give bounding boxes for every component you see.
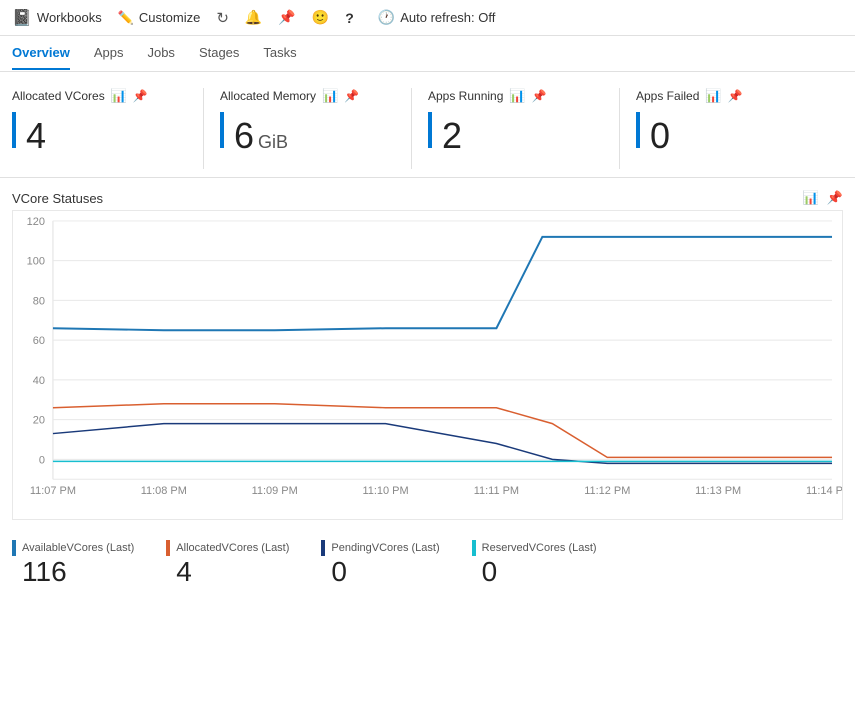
svg-text:11:09 PM: 11:09 PM (252, 485, 298, 497)
legend-allocated-vcores: AllocatedVCores (Last) 4 (166, 540, 289, 588)
legend-pending-vcores: PendingVCores (Last) 0 (321, 540, 439, 588)
chart-svg: 120 100 80 60 40 20 0 11:07 PM 11:08 PM … (13, 211, 842, 519)
chart-mini-icon-apps-failed[interactable]: 📊 (705, 88, 721, 104)
edit-icon: ✏️ (118, 10, 134, 26)
svg-text:60: 60 (33, 335, 45, 347)
metric-label-apps-running: Apps Running (428, 89, 503, 103)
nav-tabs: Overview Apps Jobs Stages Tasks (0, 36, 855, 72)
legend-color-reserved (472, 540, 476, 556)
tab-stages[interactable]: Stages (199, 37, 239, 70)
help-button[interactable]: ? (345, 10, 354, 26)
legend-row: AvailableVCores (Last) 116 AllocatedVCor… (0, 532, 855, 588)
workbooks-label: Workbooks (37, 10, 102, 25)
smile-icon: 🙂 (312, 9, 329, 26)
legend-value-available: 116 (22, 556, 134, 588)
tab-tasks[interactable]: Tasks (263, 37, 296, 70)
refresh-button[interactable]: ↻ (216, 9, 229, 27)
auto-refresh-button[interactable]: 🕐 Auto refresh: Off (378, 9, 496, 26)
customize-label: Customize (139, 10, 200, 25)
chart-expand-icon[interactable]: 📊 (803, 190, 819, 206)
svg-text:11:08 PM: 11:08 PM (141, 485, 187, 497)
bell-icon: 🔔 (245, 9, 262, 26)
legend-label-allocated: AllocatedVCores (Last) (176, 542, 289, 554)
pin-icon-apps-failed[interactable]: 📌 (728, 89, 743, 103)
metric-value-apps-running: 2 (442, 115, 462, 157)
customize-button[interactable]: ✏️ Customize (118, 10, 201, 26)
toolbar: 📓 Workbooks ✏️ Customize ↻ 🔔 📌 🙂 ? 🕐 Aut… (0, 0, 855, 36)
metric-bar-apps-running (428, 112, 432, 148)
legend-label-available: AvailableVCores (Last) (22, 542, 134, 554)
chart-section: VCore Statuses 📊 📌 120 100 80 60 40 20 (0, 178, 855, 532)
legend-color-allocated (166, 540, 170, 556)
legend-reserved-vcores: ReservedVCores (Last) 0 (472, 540, 597, 588)
svg-text:11:12 PM: 11:12 PM (584, 485, 630, 497)
chart-mini-icon-apps-running[interactable]: 📊 (509, 88, 525, 104)
vcore-statuses-chart: 120 100 80 60 40 20 0 11:07 PM 11:08 PM … (12, 210, 843, 520)
pin-icon-vcores[interactable]: 📌 (133, 89, 148, 103)
pin-icon-apps-running[interactable]: 📌 (532, 89, 547, 103)
metric-value-vcores: 4 (26, 115, 46, 157)
metric-label-memory: Allocated Memory (220, 89, 316, 103)
legend-color-pending (321, 540, 325, 556)
workbook-icon: 📓 (12, 8, 32, 28)
metrics-row: Allocated VCores 📊 📌 4 Allocated Memory … (0, 72, 855, 178)
clock-icon: 🕐 (378, 9, 395, 26)
metric-apps-running: Apps Running 📊 📌 2 (428, 88, 620, 169)
chart-mini-icon-memory[interactable]: 📊 (322, 88, 338, 104)
svg-text:11:13 PM: 11:13 PM (695, 485, 741, 497)
pin-icon-memory[interactable]: 📌 (344, 89, 359, 103)
metric-bar-vcores (12, 112, 16, 148)
tab-overview[interactable]: Overview (12, 37, 70, 70)
legend-value-allocated: 4 (176, 556, 289, 588)
metric-label-vcores: Allocated VCores (12, 89, 105, 103)
metric-allocated-memory: Allocated Memory 📊 📌 6 GiB (220, 88, 412, 169)
metric-bar-memory (220, 112, 224, 148)
metric-allocated-vcores: Allocated VCores 📊 📌 4 (12, 88, 204, 169)
workbooks-button[interactable]: 📓 Workbooks (12, 8, 102, 28)
legend-value-reserved: 0 (482, 556, 597, 588)
pin-button[interactable]: 📌 (278, 9, 295, 26)
metric-apps-failed: Apps Failed 📊 📌 0 (636, 88, 827, 169)
legend-label-pending: PendingVCores (Last) (331, 542, 439, 554)
legend-label-reserved: ReservedVCores (Last) (482, 542, 597, 554)
tab-apps[interactable]: Apps (94, 37, 124, 70)
svg-text:11:14 PM: 11:14 PM (806, 485, 842, 497)
metric-value-memory: 6 (234, 115, 254, 157)
svg-text:20: 20 (33, 415, 45, 427)
metric-value-apps-failed: 0 (650, 115, 670, 157)
smile-button[interactable]: 🙂 (312, 9, 329, 26)
metric-bar-apps-failed (636, 112, 640, 148)
svg-text:11:11 PM: 11:11 PM (474, 485, 519, 497)
chart-mini-icon-vcores[interactable]: 📊 (111, 88, 127, 104)
tab-jobs[interactable]: Jobs (147, 37, 174, 70)
chart-action-icons: 📊 📌 (803, 190, 843, 206)
legend-value-pending: 0 (331, 556, 439, 588)
svg-text:0: 0 (39, 454, 45, 466)
legend-available-vcores: AvailableVCores (Last) 116 (12, 540, 134, 588)
svg-text:11:10 PM: 11:10 PM (362, 485, 408, 497)
svg-text:120: 120 (27, 216, 45, 228)
legend-color-available (12, 540, 16, 556)
chart-pin-icon[interactable]: 📌 (827, 190, 843, 206)
svg-text:11:07 PM: 11:07 PM (30, 485, 76, 497)
chart-header: VCore Statuses 📊 📌 (12, 190, 843, 206)
pin-icon: 📌 (278, 9, 295, 26)
metric-unit-memory: GiB (258, 132, 288, 153)
bell-button[interactable]: 🔔 (245, 9, 262, 26)
refresh-circle-icon: ↻ (216, 9, 229, 27)
question-icon: ? (345, 10, 354, 26)
chart-title: VCore Statuses (12, 191, 103, 206)
auto-refresh-label: Auto refresh: Off (400, 10, 495, 25)
metric-label-apps-failed: Apps Failed (636, 89, 699, 103)
svg-text:100: 100 (27, 256, 45, 268)
svg-text:80: 80 (33, 295, 45, 307)
svg-text:40: 40 (33, 375, 45, 387)
